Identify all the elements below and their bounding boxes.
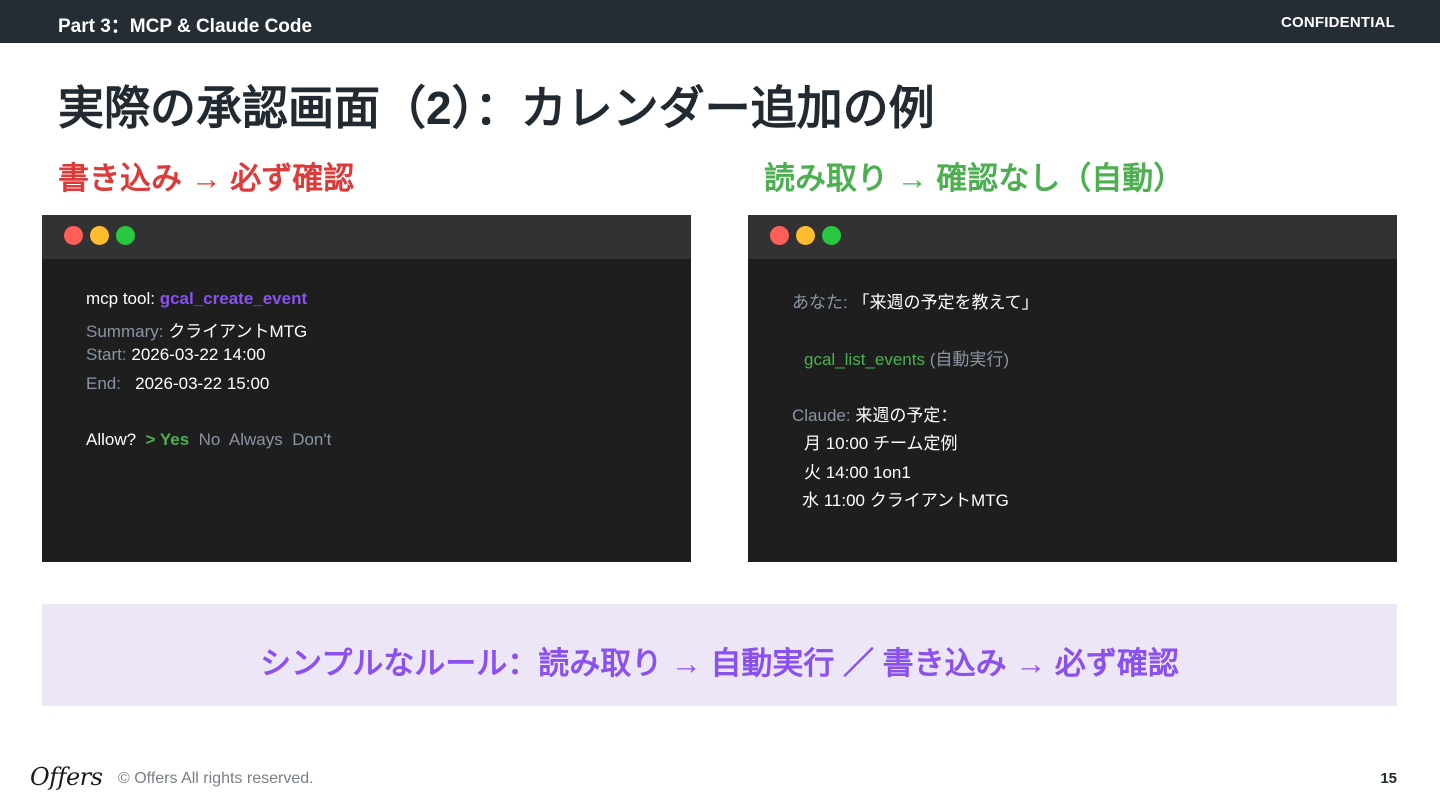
write-heading: 書き込み → 必ず確認 [58, 161, 355, 196]
top-header-bar: Part 3：MCP & Claude Code CONFIDENTIAL [0, 0, 1440, 43]
claude-message: 来週の予定： [855, 406, 958, 425]
terminal-title-bar [42, 215, 691, 259]
minimize-window-icon[interactable] [796, 226, 815, 245]
start-label: Start: [86, 345, 132, 364]
close-window-icon[interactable] [64, 226, 83, 245]
tool-call-line: gcal_list_events (自動実行) [804, 345, 1009, 370]
read-tool-name: gcal_list_events [804, 350, 925, 369]
event-item: 水 11:00 クライアントMTG [802, 491, 1009, 510]
minimize-window-icon[interactable] [90, 226, 109, 245]
page-number: 15 [1380, 770, 1397, 787]
maximize-window-icon[interactable] [116, 226, 135, 245]
read-heading: 読み取り → 確認なし（自動） [764, 161, 1185, 196]
tool-label: mcp tool: [86, 289, 160, 308]
end-label: End: [86, 374, 136, 393]
summary-label: Summary: [86, 322, 169, 341]
option-dont[interactable]: Don't [292, 430, 331, 449]
claude-line: Claude: 来週の予定： [792, 401, 957, 426]
page-title: 実際の承認画面（2）：カレンダー追加の例 [58, 82, 935, 134]
claude-label: Claude: [792, 406, 856, 425]
write-terminal-window: mcp tool: gcal_create_event Summary: クライ… [42, 215, 691, 562]
confidential-label: CONFIDENTIAL [1280, 14, 1395, 31]
tool-name: gcal_create_event [159, 289, 308, 308]
section-label: Part 3：MCP & Claude Code [58, 16, 313, 37]
user-line: あなた: 「来週の予定を教えて」 [792, 288, 1039, 313]
end-value: 2026-03-22 15:00 [135, 374, 270, 393]
start-value: 2026-03-22 14:00 [131, 345, 266, 364]
option-no[interactable]: No [199, 430, 221, 449]
tool-note: (自動実行) [924, 350, 1010, 369]
option-yes[interactable]: > Yes [146, 430, 190, 449]
rule-text: シンプルなルール：読み取り → 自動実行 ／ 書き込み → 必ず確認 [260, 646, 1179, 681]
allow-prompt: Allow? > Yes No Always Don't [86, 430, 331, 450]
allow-label: Allow? [86, 430, 146, 449]
copyright-text: © Offers All rights reserved. [118, 770, 314, 787]
start-line: Start: 2026-03-22 14:00 [86, 345, 266, 365]
option-always[interactable]: Always [229, 430, 283, 449]
terminal-title-bar [748, 215, 1397, 259]
event-item: 火 14:00 1on1 [804, 463, 911, 482]
summary-value: クライアントMTG [168, 322, 308, 341]
event-item: 月 10:00 チーム定例 [804, 434, 958, 453]
tool-line: mcp tool: gcal_create_event [86, 289, 307, 309]
offers-logo: Offers [30, 763, 103, 791]
user-label: あなた: [792, 293, 853, 312]
read-terminal-window: あなた: 「来週の予定を教えて」 gcal_list_events (自動実行)… [748, 215, 1397, 562]
rule-banner: シンプルなルール：読み取り → 自動実行 ／ 書き込み → 必ず確認 [42, 604, 1397, 706]
maximize-window-icon[interactable] [822, 226, 841, 245]
summary-line: Summary: クライアントMTG [86, 317, 307, 342]
close-window-icon[interactable] [770, 226, 789, 245]
user-message: 「来週の予定を教えて」 [852, 293, 1039, 312]
end-line: End: 2026-03-22 15:00 [86, 374, 269, 394]
